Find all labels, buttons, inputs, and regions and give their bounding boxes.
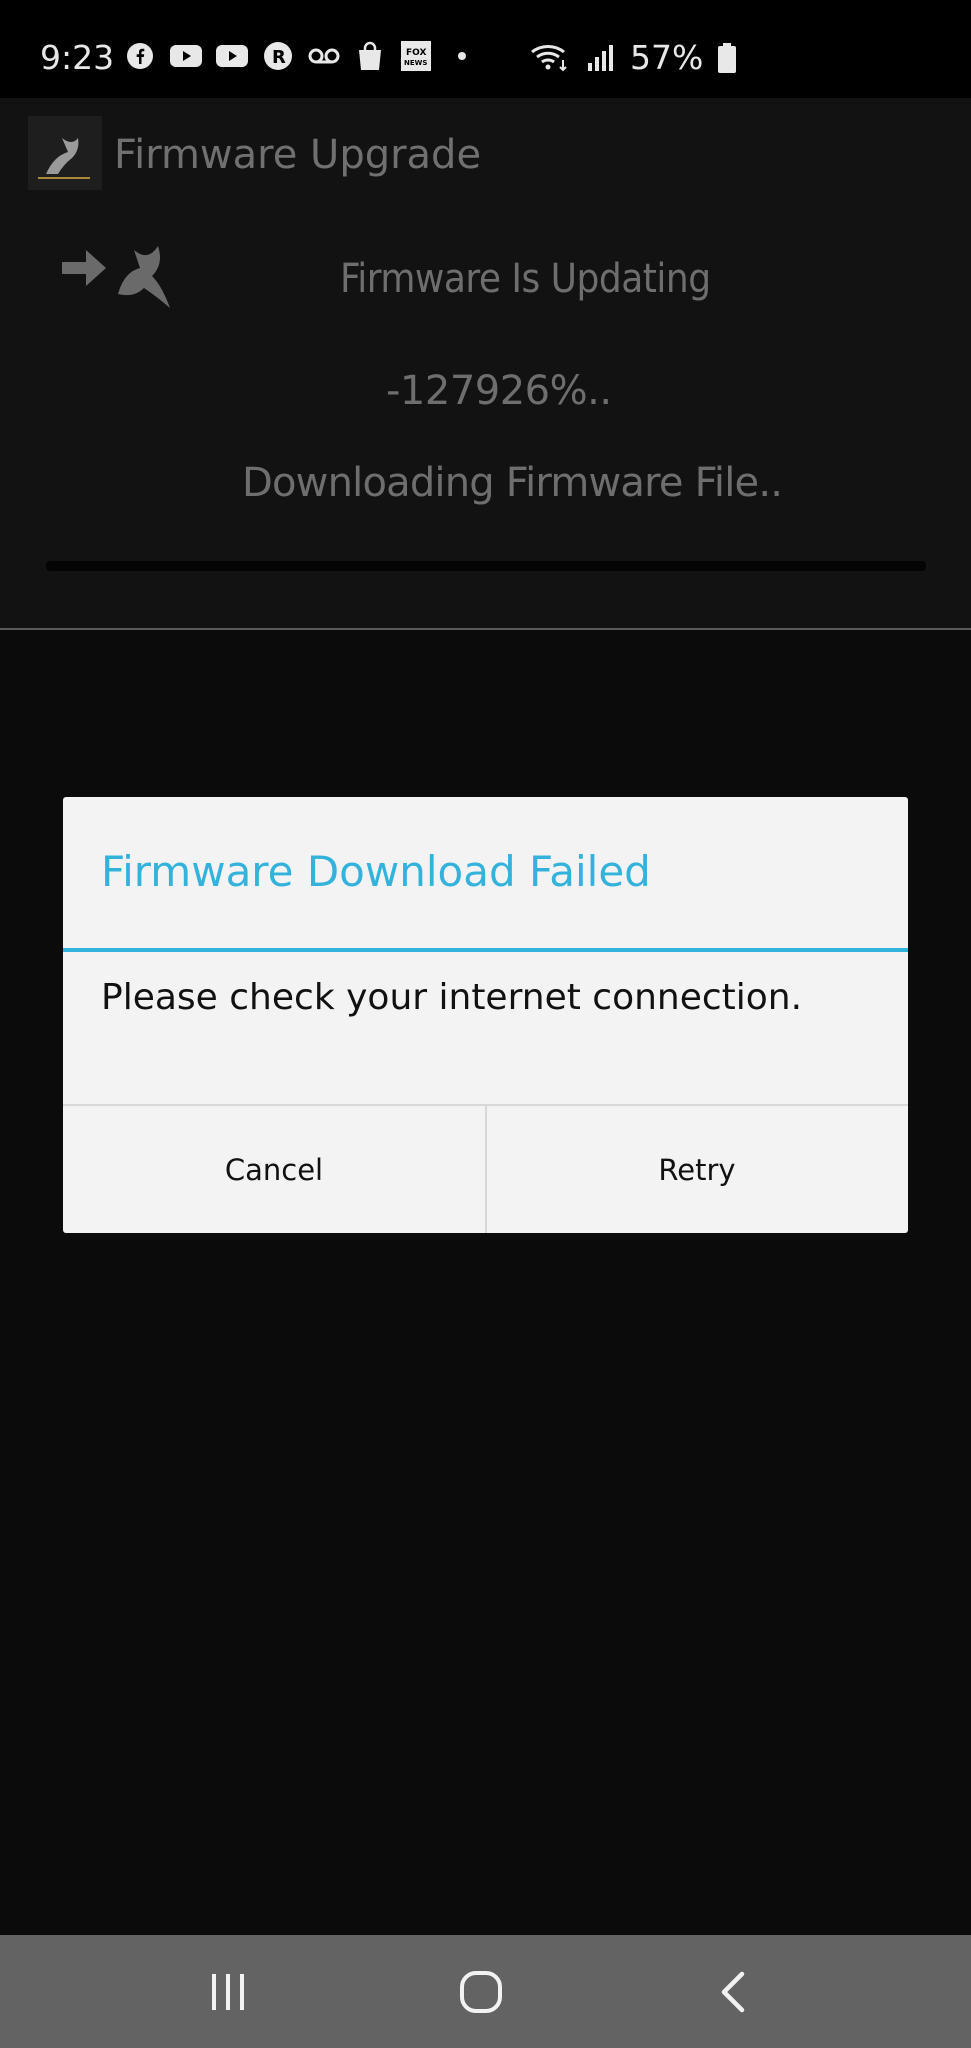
svg-text:NEWS: NEWS xyxy=(404,59,427,67)
more-dot-icon xyxy=(446,40,478,72)
svg-text:R: R xyxy=(272,47,286,68)
arrow-bird-icon xyxy=(60,238,172,310)
error-dialog: Firmware Download Failed Please check yo… xyxy=(63,797,908,1233)
wifi-icon xyxy=(530,42,570,74)
status-bar: 9:23 R FOX NEWS 57% xyxy=(0,0,971,98)
system-icons: 57% xyxy=(530,38,737,78)
progress-bar xyxy=(46,561,926,571)
app-title: Firmware Upgrade xyxy=(114,132,482,178)
dialog-message: Please check your internet connection. xyxy=(101,977,803,1018)
recent-apps-icon[interactable] xyxy=(188,1957,268,2027)
r-app-icon: R xyxy=(262,40,294,72)
progress-percent: -127926%.. xyxy=(386,368,612,414)
status-time: 9:23 xyxy=(40,38,115,77)
app-bar: Firmware Upgrade xyxy=(0,98,971,208)
download-status: Downloading Firmware File.. xyxy=(242,460,783,506)
battery-percent: 57% xyxy=(630,38,704,77)
update-panel: Firmware Is Updating -127926%.. Download… xyxy=(0,208,971,630)
voicemail-icon xyxy=(308,40,340,72)
shopping-bag-icon xyxy=(354,40,386,72)
update-title: Firmware Is Updating xyxy=(340,256,711,302)
home-icon[interactable] xyxy=(441,1957,521,2027)
svg-text:FOX: FOX xyxy=(406,48,426,58)
dialog-button-row: Cancel Retry xyxy=(63,1104,908,1235)
youtube-icon xyxy=(170,40,202,72)
facebook-icon xyxy=(124,40,156,72)
bird-logo-icon xyxy=(28,116,102,190)
dialog-title-divider xyxy=(63,948,908,952)
youtube-icon xyxy=(216,40,248,72)
cancel-button[interactable]: Cancel xyxy=(63,1106,485,1233)
fox-news-icon: FOX NEWS xyxy=(400,40,432,72)
battery-icon xyxy=(717,42,737,74)
notification-icons: R FOX NEWS xyxy=(124,40,478,72)
dialog-title: Firmware Download Failed xyxy=(101,847,651,896)
section-divider xyxy=(0,628,971,630)
navigation-bar xyxy=(0,1935,971,2048)
back-icon[interactable] xyxy=(694,1957,774,2027)
signal-icon xyxy=(584,42,616,74)
retry-button[interactable]: Retry xyxy=(486,1106,908,1233)
